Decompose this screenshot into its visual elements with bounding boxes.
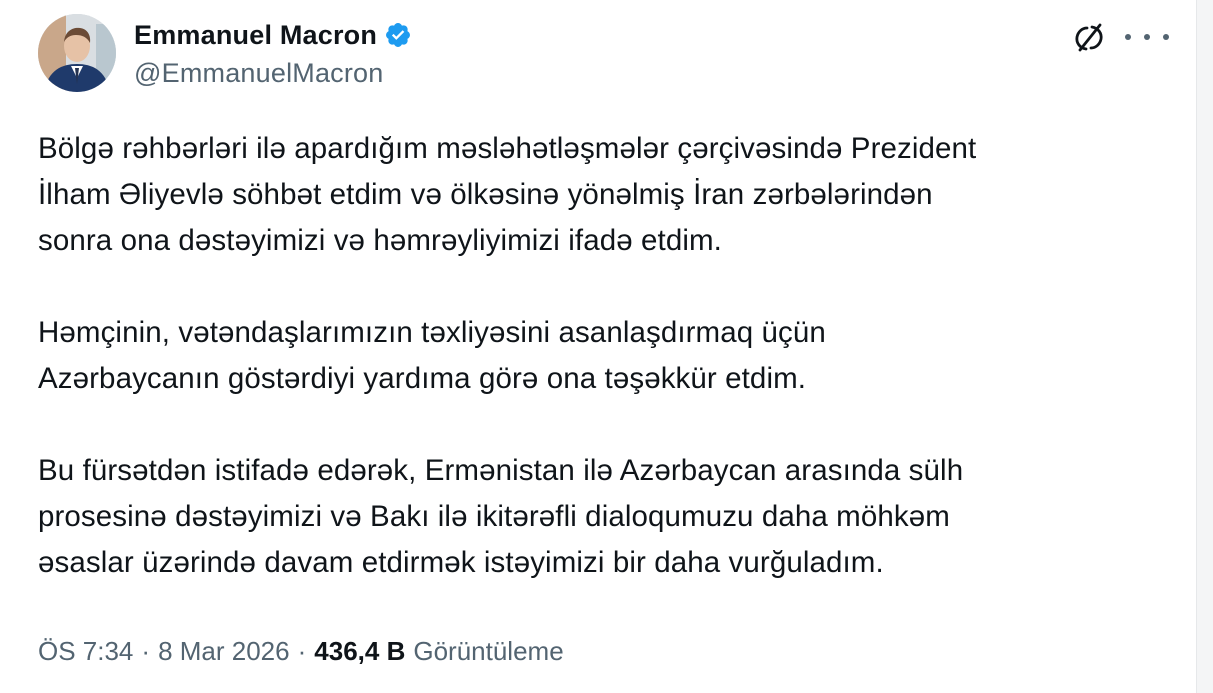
text-line: Bu fürsətdən istifadə edərək, Ermənistan…	[38, 454, 964, 487]
text-line: sonra ona dəstəyimizi və həmrəyliyimizi …	[38, 224, 722, 257]
tweet-time[interactable]: ÖS 7:34	[38, 636, 133, 667]
more-dot	[1163, 34, 1169, 40]
tweet-header: Emmanuel Macron @EmmanuelMacron	[38, 14, 1177, 94]
display-name-row: Emmanuel Macron	[134, 18, 412, 52]
more-dot	[1144, 34, 1150, 40]
author-names: Emmanuel Macron @EmmanuelMacron	[134, 18, 412, 89]
views-label: Görüntüleme	[413, 636, 564, 666]
text-line: prosesinə dəstəyimizi və Bakı ilə ikitər…	[38, 500, 950, 533]
meta-separator: ·	[297, 636, 307, 666]
text-line: Azərbaycanın göstərdiyi yardıma görə ona…	[38, 362, 807, 395]
text-line: İlham Əliyevlə söhbət etdim və ölkəsinə …	[38, 178, 933, 211]
tweet-card: Emmanuel Macron @EmmanuelMacron Bölgə rə…	[0, 0, 1197, 693]
tweet-paragraph: Bu fürsətdən istifadə edərək, Ermənistan…	[38, 448, 1178, 586]
tweet-paragraph: Bölgə rəhbərləri ilə apardığım məsləhətl…	[38, 126, 1178, 264]
views-count: 436,4 B	[314, 636, 406, 666]
author-handle[interactable]: @EmmanuelMacron	[134, 58, 412, 89]
grok-icon[interactable]	[1073, 22, 1105, 54]
text-line: Həmçinin, vətəndaşlarımızın təxliyəsini …	[38, 316, 826, 349]
text-line: əsaslar üzərində davam etdirmək istəyimi…	[38, 546, 884, 579]
author-display-name[interactable]: Emmanuel Macron	[134, 20, 377, 51]
avatar[interactable]	[38, 14, 116, 92]
more-options-icon[interactable]	[1125, 20, 1169, 54]
tweet-paragraph: Həmçinin, vətəndaşlarımızın təxliyəsini …	[38, 310, 1178, 402]
tweet-text: Bölgə rəhbərləri ilə apardığım məsləhətl…	[38, 126, 1178, 586]
meta-separator: ·	[141, 636, 151, 666]
tweet-meta: ÖS 7:34 · 8 Mar 2026 · 436,4 B Görüntüle…	[38, 636, 564, 667]
avatar-image	[38, 14, 116, 92]
text-line: Bölgə rəhbərləri ilə apardığım məsləhətl…	[38, 132, 977, 165]
tweet-date[interactable]: 8 Mar 2026	[158, 636, 290, 667]
page-edge	[1196, 0, 1213, 693]
verified-badge-icon	[384, 21, 412, 49]
more-dot	[1125, 34, 1131, 40]
